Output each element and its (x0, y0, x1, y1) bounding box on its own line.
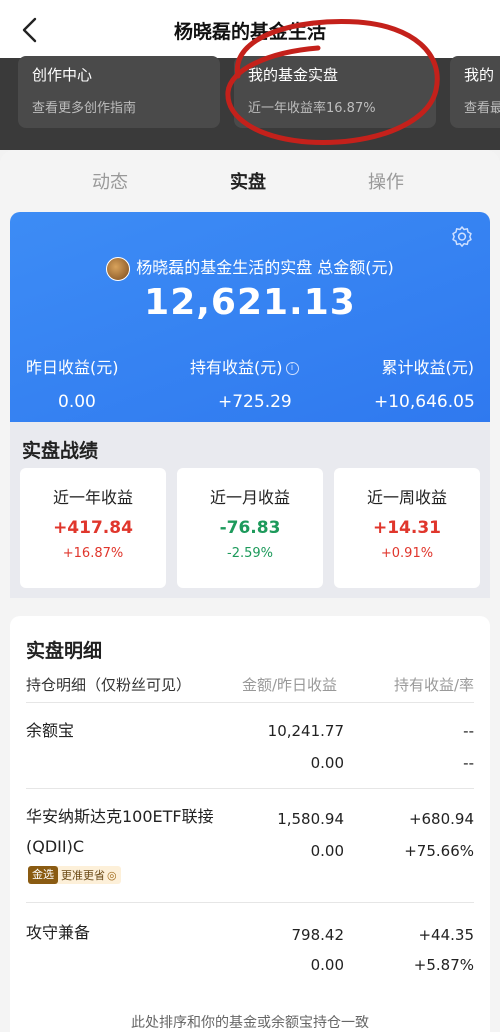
divider (26, 702, 474, 703)
total-amount: 12,621.13 (144, 282, 356, 323)
year-return-card[interactable]: 近一年收益 +417.84 +16.87% (20, 468, 166, 588)
stat-label: 昨日收益(元) (26, 358, 119, 377)
stat-value: +10,646.05 (374, 392, 475, 412)
card-title: 创作中心 (32, 66, 93, 84)
column-header-holding-return: 持有收益/率 (393, 676, 474, 694)
gear-icon[interactable] (450, 225, 474, 249)
card-title: 我的 (464, 66, 495, 84)
holding-rate: -- (463, 754, 474, 772)
page-title: 杨晓磊的基金生活 (173, 21, 326, 43)
holding-name[interactable]: 华安纳斯达克100ETF联接 (QDII)C (26, 802, 214, 862)
holdings-detail-section: 实盘明细 持仓明细（仅粉丝可见） 金额/昨日收益 持有收益/率 余额宝 10,2… (10, 616, 490, 1032)
month-return-card[interactable]: 近一月收益 -76.83 -2.59% (177, 468, 323, 588)
holding-daily-income: 0.00 (310, 956, 344, 974)
holding-income: +680.94 (408, 810, 474, 828)
holding-rate: +75.66% (404, 842, 474, 860)
badge-key: 金选 (28, 866, 58, 884)
holding-amount: 1,580.94 (277, 810, 344, 828)
card-label: 近一月收益 (209, 488, 290, 507)
target-icon: ◎ (107, 868, 117, 882)
column-header-amount: 金额/昨日收益 (242, 676, 338, 694)
holding-name[interactable]: 余额宝 (26, 716, 74, 746)
stat-label-row: 持有收益(元) i (190, 354, 299, 378)
nav-bar: 杨晓磊的基金生活 (0, 0, 500, 58)
footer-note: 此处排序和你的基金或余额宝持仓一致 (131, 1015, 369, 1031)
divider (26, 788, 474, 789)
card-label: 近一周收益 (366, 488, 447, 507)
info-icon[interactable]: i (285, 362, 299, 375)
yesterday-income-stat: 昨日收益(元) 0.00 (26, 354, 119, 412)
card-title: 我的基金实盘 (248, 66, 339, 84)
my-fund-portfolio-card[interactable]: 我的基金实盘 近一年收益率16.87% (234, 56, 436, 128)
card-subtitle: 查看最 (464, 101, 500, 116)
stat-label: 持有收益(元) (190, 358, 283, 377)
holding-rate: +5.87% (413, 956, 474, 974)
tab-bar: 动态 实盘 操作 (0, 150, 500, 210)
divider (26, 902, 474, 903)
holding-income: -- (463, 722, 474, 740)
portfolio-title-text: 杨晓磊的基金生活的实盘 总金额(元) (136, 258, 394, 277)
holding-amount: 798.42 (291, 926, 345, 944)
portfolio-title: 杨晓磊的基金生活的实盘 总金额(元) (10, 254, 490, 281)
holding-daily-income: 0.00 (310, 842, 344, 860)
tab-operations[interactable]: 操作 (368, 168, 404, 194)
card-subtitle: 查看更多创作指南 (32, 101, 137, 116)
more-card[interactable]: 我的 查看最 (450, 56, 500, 128)
tab-portfolio[interactable]: 实盘 (230, 168, 266, 194)
stat-label: 累计收益(元) (381, 358, 475, 377)
holding-amount: 10,241.77 (267, 722, 344, 740)
stat-value: 0.00 (58, 392, 96, 412)
holding-name-line: (QDII)C (26, 837, 85, 856)
tab-dynamics[interactable]: 动态 (92, 168, 128, 194)
badge-text: 更准更省 (61, 869, 105, 882)
card-percent: +0.91% (380, 546, 434, 561)
holding-daily-income: 0.00 (310, 754, 344, 772)
section-title: 实盘明细 (26, 640, 103, 662)
avatar (106, 256, 131, 281)
portfolio-summary-card: 杨晓磊的基金生活的实盘 总金额(元) 12,621.13 昨日收益(元) 0.0… (10, 212, 490, 422)
cumulative-income-stat: 累计收益(元) +10,646.05 (374, 354, 475, 412)
stat-value: +725.29 (218, 392, 292, 412)
card-value: -76.83 (219, 518, 281, 538)
holding-income-stat: 持有收益(元) i +725.29 (190, 354, 299, 412)
performance-section: 实盘战绩 近一年收益 +417.84 +16.87% 近一月收益 -76.83 … (10, 422, 490, 598)
holding-income: +44.35 (418, 926, 474, 944)
holding-name-line: 华安纳斯达克100ETF联接 (26, 807, 214, 826)
card-subtitle: 近一年收益率16.87% (248, 101, 376, 116)
card-label: 近一年收益 (52, 488, 133, 507)
card-percent: -2.59% (227, 546, 273, 561)
section-title: 实盘战绩 (22, 440, 99, 462)
card-value: +417.84 (53, 518, 133, 538)
creator-center-card[interactable]: 创作中心 查看更多创作指南 (18, 56, 220, 128)
promo-badge[interactable]: 金选 更准更省 ◎ (28, 866, 121, 884)
card-value: +14.31 (372, 518, 442, 538)
holding-name[interactable]: 攻守兼备 (26, 918, 90, 948)
card-percent: +16.87% (62, 546, 124, 561)
creator-cards-row: 创作中心 查看更多创作指南 我的基金实盘 近一年收益率16.87% 我的 查看最 (0, 56, 500, 130)
column-header-holding: 持仓明细（仅粉丝可见） (26, 676, 192, 694)
week-return-card[interactable]: 近一周收益 +14.31 +0.91% (334, 468, 480, 588)
